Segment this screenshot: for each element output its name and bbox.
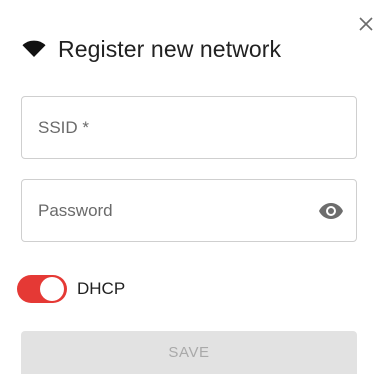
wifi-icon [22,37,46,61]
dhcp-toggle[interactable] [17,274,67,304]
save-button[interactable]: SAVE [21,331,357,374]
close-button[interactable] [354,12,375,36]
ssid-placeholder: SSID * [38,118,90,137]
dhcp-label: DHCP [77,279,126,298]
toggle-knob [40,277,64,301]
close-icon [359,17,373,31]
password-field[interactable]: Password [21,179,357,242]
password-placeholder: Password [38,201,113,220]
dialog-title: Register new network [58,35,282,62]
eye-icon[interactable] [318,200,344,222]
register-network-dialog: Register new network SSID * Password DHC… [0,0,375,374]
ssid-field[interactable]: SSID * [21,96,357,159]
dialog-header: Register new network [22,33,281,65]
dhcp-row: DHCP [17,274,125,304]
